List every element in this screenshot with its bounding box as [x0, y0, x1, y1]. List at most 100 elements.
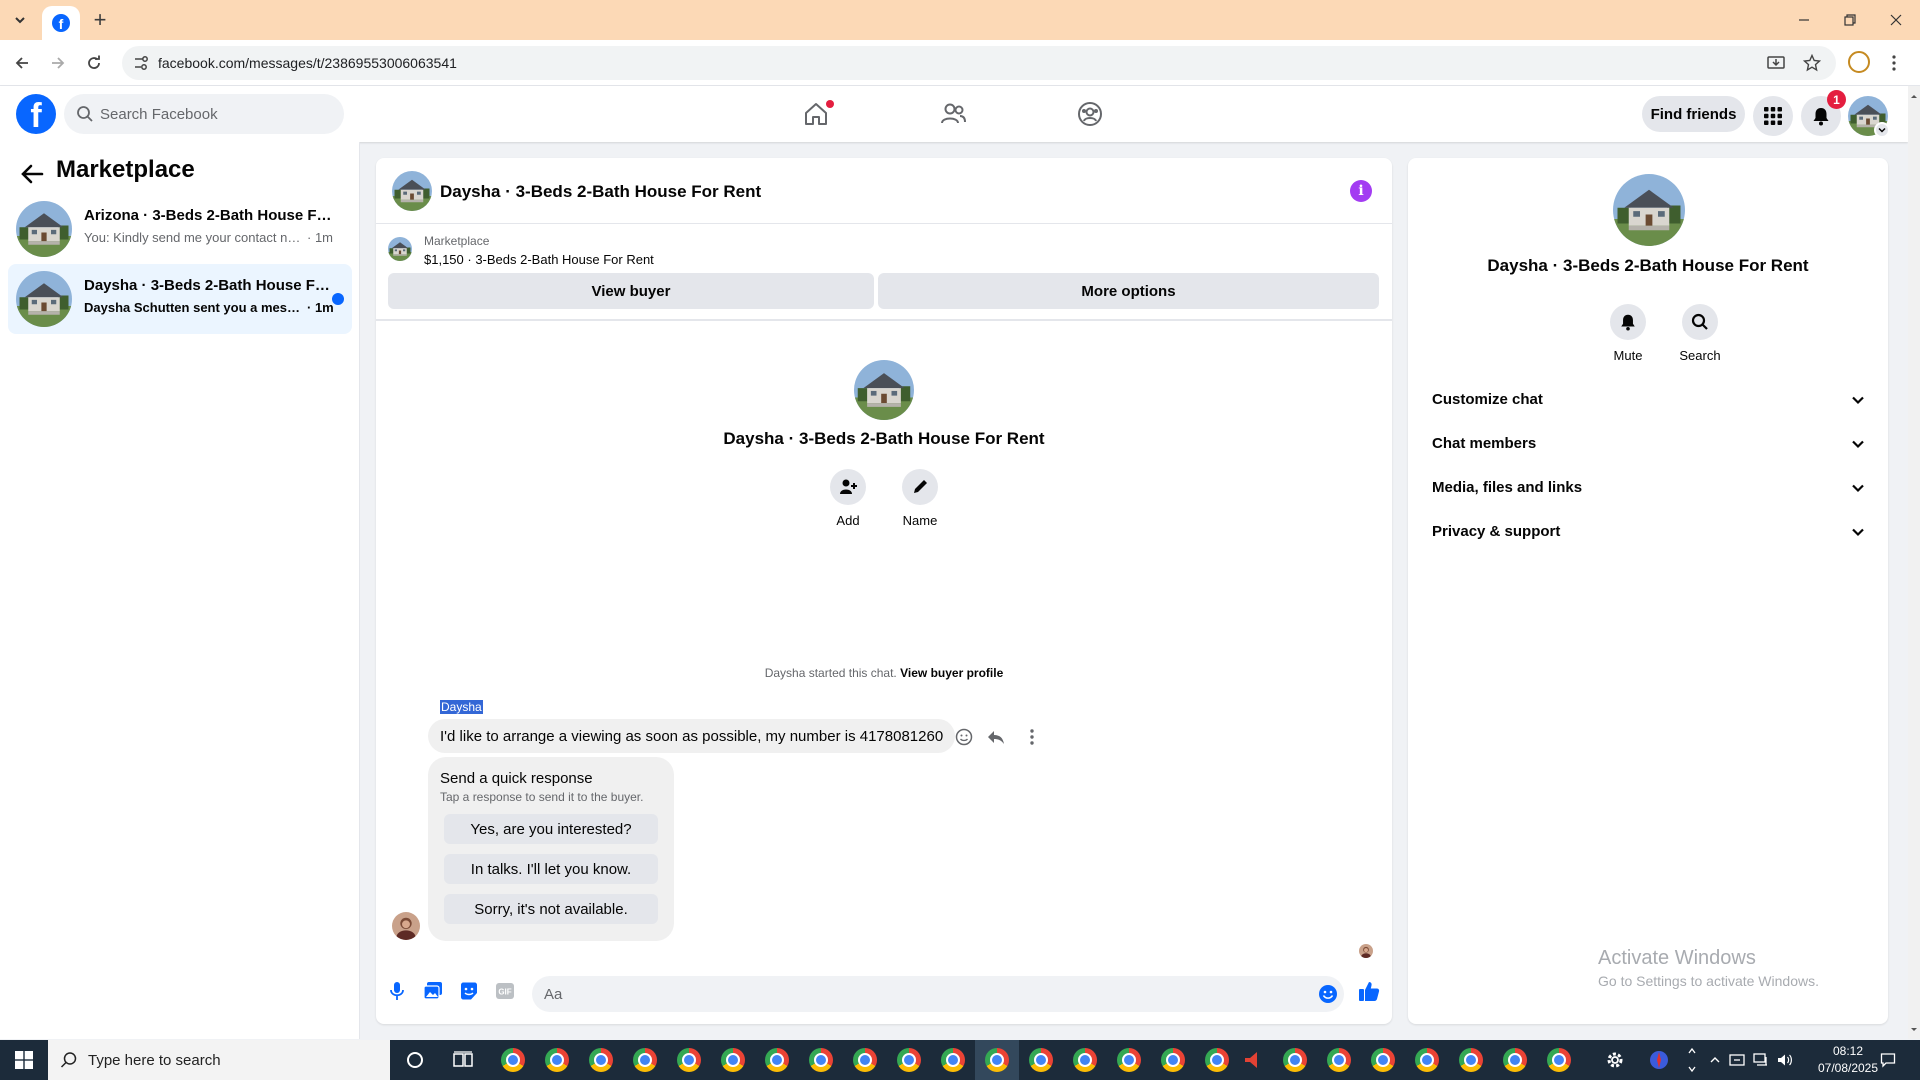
scroll-down-icon[interactable]: [1908, 1024, 1920, 1036]
browser-window-icon[interactable]: [843, 1040, 887, 1080]
add-person-icon: [840, 479, 857, 494]
pinned-app-icon[interactable]: [1637, 1040, 1681, 1080]
message-input[interactable]: Aa: [532, 976, 1344, 1012]
install-app-icon[interactable]: [1766, 53, 1786, 73]
task-view-icon[interactable]: [441, 1040, 485, 1080]
url-text[interactable]: facebook.com/messages/t/2386955300606354…: [158, 55, 457, 71]
menu-grid-button[interactable]: [1753, 96, 1793, 136]
show-hidden-icons-icon[interactable]: [1704, 1040, 1726, 1080]
new-tab-icon[interactable]: +: [88, 7, 112, 32]
find-friends-button[interactable]: Find friends: [1642, 96, 1745, 132]
sticker-icon[interactable]: [458, 980, 480, 1002]
privacy-support-section[interactable]: Privacy & support: [1416, 510, 1880, 554]
add-person-button[interactable]: Add: [818, 469, 878, 528]
browser-window-icon[interactable]: [623, 1040, 667, 1080]
browser-window-icon[interactable]: [1063, 1040, 1107, 1080]
browser-window-icon[interactable]: [1107, 1040, 1151, 1080]
tray-app-icon[interactable]: [1726, 1040, 1748, 1080]
browser-menu-icon[interactable]: [1886, 51, 1902, 75]
listing-item[interactable]: $1,150 · 3-Beds 2-Bath House For Rent: [424, 252, 654, 267]
forward-arrow-icon[interactable]: [46, 51, 70, 75]
message-bubble[interactable]: I'd like to arrange a viewing as soon as…: [428, 719, 956, 753]
conversation-info-icon[interactable]: i: [1350, 180, 1372, 202]
browser-window-icon[interactable]: [491, 1040, 535, 1080]
browser-window-icon[interactable]: [1273, 1040, 1317, 1080]
taskbar-search-input[interactable]: Type here to search: [48, 1040, 390, 1080]
quick-response-option[interactable]: Sorry, it's not available.: [444, 894, 658, 924]
network-icon[interactable]: [1750, 1040, 1772, 1080]
emoji-icon[interactable]: [1318, 984, 1338, 1004]
media-files-links-section[interactable]: Media, files and links: [1416, 466, 1880, 510]
listing-thumbnail[interactable]: [388, 237, 412, 261]
reload-icon[interactable]: [82, 51, 106, 75]
quick-response-option[interactable]: Yes, are you interested?: [444, 814, 658, 844]
facebook-search-input[interactable]: Search Facebook: [64, 94, 344, 134]
react-emoji-icon[interactable]: [954, 727, 974, 747]
browser-window-icon[interactable]: [535, 1040, 579, 1080]
browser-window-icon[interactable]: [1019, 1040, 1063, 1080]
nav-groups-tab[interactable]: [1034, 90, 1146, 138]
close-window-icon[interactable]: [1884, 8, 1908, 32]
browser-window-icon[interactable]: [1537, 1040, 1581, 1080]
start-button[interactable]: [0, 1040, 48, 1080]
more-options-button[interactable]: More options: [878, 273, 1379, 309]
tray-scroll-icon[interactable]: [1682, 1040, 1702, 1080]
chrome-icon: [633, 1048, 657, 1072]
browser-window-icon[interactable]: [755, 1040, 799, 1080]
nav-home-tab[interactable]: [760, 90, 872, 138]
view-buyer-profile-link[interactable]: View buyer profile: [900, 666, 1003, 680]
action-center-icon[interactable]: [1876, 1040, 1900, 1080]
customize-chat-section[interactable]: Customize chat: [1416, 378, 1880, 422]
reply-icon[interactable]: [986, 727, 1006, 747]
site-settings-icon[interactable]: [132, 54, 150, 72]
nav-friends-tab[interactable]: [897, 90, 1009, 138]
cortana-icon[interactable]: [393, 1040, 437, 1080]
browser-profile-icon[interactable]: [1848, 51, 1870, 73]
browser-window-icon[interactable]: [1317, 1040, 1361, 1080]
settings-gear-icon[interactable]: [1593, 1040, 1637, 1080]
tab-search-dropdown-icon[interactable]: [8, 8, 32, 32]
view-buyer-button[interactable]: View buyer: [388, 273, 874, 309]
conversation-item-daysha[interactable]: Daysha · 3-Beds 2-Bath House For Rent Da…: [8, 264, 352, 334]
browser-window-icon[interactable]: [1361, 1040, 1405, 1080]
volume-icon[interactable]: [1774, 1040, 1796, 1080]
more-actions-icon[interactable]: [1022, 727, 1042, 747]
microphone-icon[interactable]: [386, 980, 408, 1002]
browser-window-icon[interactable]: [799, 1040, 843, 1080]
minimize-icon[interactable]: [1792, 8, 1816, 32]
browser-window-icon[interactable]: [975, 1040, 1019, 1080]
chrome-icon: [941, 1048, 965, 1072]
chat-members-section[interactable]: Chat members: [1416, 422, 1880, 466]
conversation-item-arizona[interactable]: Arizona · 3-Beds 2-Bath House For Rent Y…: [8, 194, 352, 264]
browser-window-icon[interactable]: [1151, 1040, 1195, 1080]
browser-window-icon[interactable]: [887, 1040, 931, 1080]
back-arrow-icon[interactable]: [18, 160, 46, 188]
back-arrow-icon[interactable]: [10, 51, 34, 75]
scroll-up-icon[interactable]: [1908, 90, 1920, 102]
bookmark-star-icon[interactable]: [1802, 53, 1822, 73]
chat-header-thumbnail[interactable]: [392, 171, 432, 211]
page-scrollbar[interactable]: [1908, 86, 1920, 1039]
browser-tab-facebook[interactable]: f: [42, 6, 80, 40]
name-chat-button[interactable]: Name: [890, 469, 950, 528]
mute-button[interactable]: Mute: [1598, 304, 1658, 363]
browser-window-icon[interactable]: [1493, 1040, 1537, 1080]
browser-window-icon[interactable]: [1405, 1040, 1449, 1080]
search-in-chat-button[interactable]: Search: [1670, 304, 1730, 363]
quick-response-option[interactable]: In talks. I'll let you know.: [444, 854, 658, 884]
browser-window-icon[interactable]: [667, 1040, 711, 1080]
account-chevron-down-icon[interactable]: [1874, 122, 1890, 138]
chat-title[interactable]: Daysha · 3-Beds 2-Bath House For Rent: [440, 182, 761, 202]
browser-window-icon[interactable]: [1449, 1040, 1493, 1080]
thumbs-up-icon[interactable]: [1358, 980, 1380, 1002]
address-bar[interactable]: facebook.com/messages/t/2386955300606354…: [122, 46, 1836, 80]
facebook-logo-icon[interactable]: f: [16, 94, 56, 134]
browser-window-icon[interactable]: [931, 1040, 975, 1080]
media-app-icon[interactable]: [1230, 1040, 1274, 1080]
restore-icon[interactable]: [1838, 8, 1862, 32]
browser-window-icon[interactable]: [711, 1040, 755, 1080]
gif-icon[interactable]: GIF: [494, 980, 516, 1002]
browser-window-icon[interactable]: [579, 1040, 623, 1080]
photo-icon[interactable]: [422, 980, 444, 1002]
buyer-avatar[interactable]: [392, 912, 420, 940]
